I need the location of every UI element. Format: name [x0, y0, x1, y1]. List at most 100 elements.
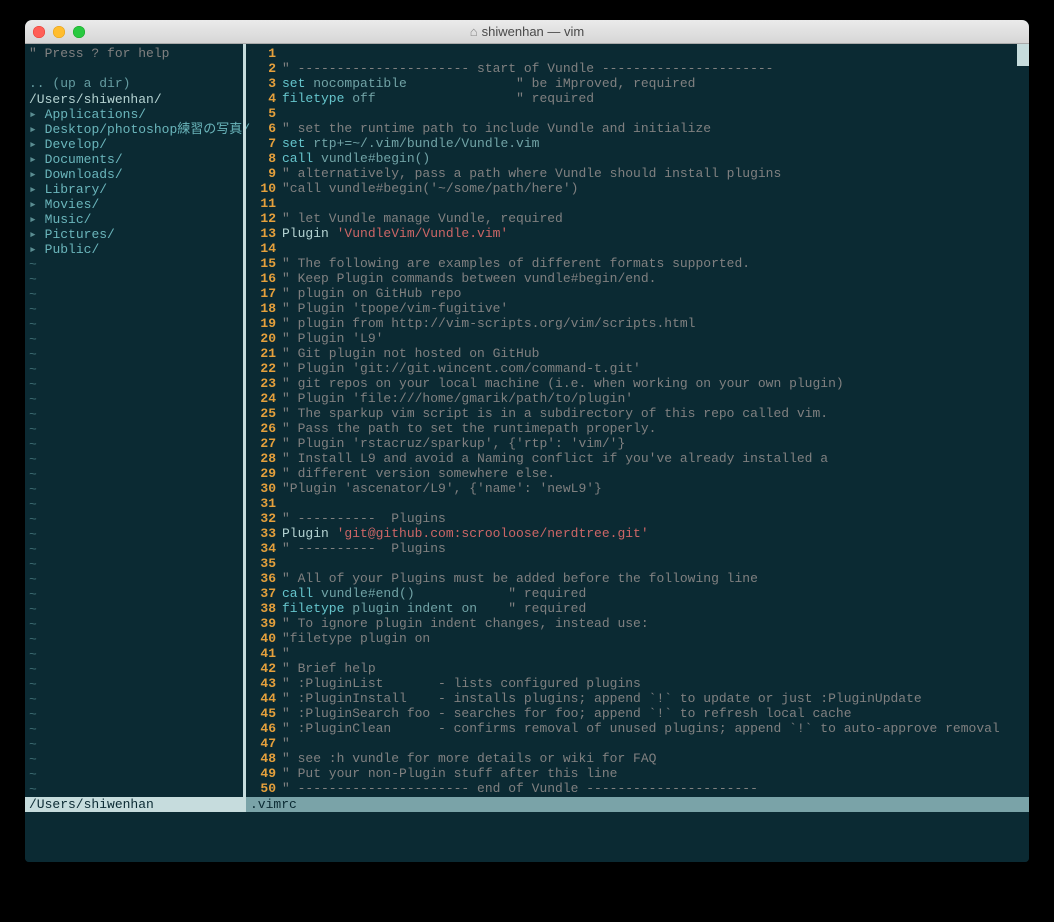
editor-pane[interactable]: 12" ---------------------- start of Vund…	[246, 44, 1029, 797]
editor-line[interactable]: 42" Brief help	[246, 661, 1029, 676]
editor-line[interactable]: 15" The following are examples of differ…	[246, 256, 1029, 271]
nerdtree-item[interactable]: ▸ Documents/	[29, 152, 239, 167]
editor-line[interactable]: 23" git repos on your local machine (i.e…	[246, 376, 1029, 391]
nerdtree-item[interactable]: ▸ Music/	[29, 212, 239, 227]
editor-line[interactable]: 48" see :h vundle for more details or wi…	[246, 751, 1029, 766]
titlebar[interactable]: ⌂shiwenhan — vim	[25, 20, 1029, 44]
nerdtree-item[interactable]: ▸ Library/	[29, 182, 239, 197]
editor-line[interactable]: 20" Plugin 'L9'	[246, 331, 1029, 346]
editor-line[interactable]: 18" Plugin 'tpope/vim-fugitive'	[246, 301, 1029, 316]
editor-line[interactable]: 4filetype off " required	[246, 91, 1029, 106]
line-number: 9	[246, 166, 278, 181]
traffic-lights	[33, 26, 85, 38]
nerdtree-item[interactable]: ▸ Movies/	[29, 197, 239, 212]
editor-line[interactable]: 14	[246, 241, 1029, 256]
empty-line-tilde: ~	[29, 497, 239, 512]
empty-line-tilde: ~	[29, 527, 239, 542]
code-content: Plugin 'git@github.com:scrooloose/nerdtr…	[278, 526, 649, 541]
nerdtree-item[interactable]: ▸ Public/	[29, 242, 239, 257]
line-number: 36	[246, 571, 278, 586]
minimize-icon[interactable]	[53, 26, 65, 38]
editor-line[interactable]: 40"filetype plugin on	[246, 631, 1029, 646]
code-content: filetype off " required	[278, 91, 594, 106]
line-number: 26	[246, 421, 278, 436]
editor-line[interactable]: 27" Plugin 'rstacruz/sparkup', {'rtp': '…	[246, 436, 1029, 451]
code-content	[278, 196, 282, 211]
editor-line[interactable]: 44" :PluginInstall - installs plugins; a…	[246, 691, 1029, 706]
editor-line[interactable]: 12" let Vundle manage Vundle, required	[246, 211, 1029, 226]
editor-line[interactable]: 22" Plugin 'git://git.wincent.com/comman…	[246, 361, 1029, 376]
status-left: /Users/shiwenhan	[25, 797, 243, 812]
close-icon[interactable]	[33, 26, 45, 38]
code-content: " Put your non-Plugin stuff after this l…	[278, 766, 617, 781]
nerdtree-item[interactable]: ▸ Develop/	[29, 137, 239, 152]
editor-line[interactable]: 46" :PluginClean - confirms removal of u…	[246, 721, 1029, 736]
empty-line-tilde: ~	[29, 317, 239, 332]
empty-line-tilde: ~	[29, 587, 239, 602]
zoom-icon[interactable]	[73, 26, 85, 38]
nerdtree-item[interactable]: ▸ Downloads/	[29, 167, 239, 182]
scrollbar[interactable]	[1017, 44, 1029, 66]
editor-line[interactable]: 50" ---------------------- end of Vundle…	[246, 781, 1029, 796]
editor-line[interactable]: 8call vundle#begin()	[246, 151, 1029, 166]
empty-line-tilde: ~	[29, 707, 239, 722]
nerdtree-item[interactable]: ▸ Desktop/photoshop練習の写真/	[29, 122, 239, 137]
editor-line[interactable]: 28" Install L9 and avoid a Naming confli…	[246, 451, 1029, 466]
editor-line[interactable]: 21" Git plugin not hosted on GitHub	[246, 346, 1029, 361]
code-content: " Plugin 'file:///home/gmarik/path/to/pl…	[278, 391, 633, 406]
editor-line[interactable]: 2" ---------------------- start of Vundl…	[246, 61, 1029, 76]
editor-line[interactable]: 6" set the runtime path to include Vundl…	[246, 121, 1029, 136]
line-number: 50	[246, 781, 278, 796]
editor-line[interactable]: 1	[246, 46, 1029, 61]
editor-line[interactable]: 11	[246, 196, 1029, 211]
editor-line[interactable]: 16" Keep Plugin commands between vundle#…	[246, 271, 1029, 286]
editor-line[interactable]: 49" Put your non-Plugin stuff after this…	[246, 766, 1029, 781]
empty-line-tilde: ~	[29, 752, 239, 767]
empty-line-tilde: ~	[29, 677, 239, 692]
editor-line[interactable]: 39" To ignore plugin indent changes, ins…	[246, 616, 1029, 631]
empty-line-tilde: ~	[29, 692, 239, 707]
editor-line[interactable]: 19" plugin from http://vim-scripts.org/v…	[246, 316, 1029, 331]
editor-line[interactable]: 34" ---------- Plugins	[246, 541, 1029, 556]
nerdtree-pane[interactable]: " Press ? for help .. (up a dir) /Users/…	[25, 44, 243, 797]
editor-line[interactable]: 17" plugin on GitHub repo	[246, 286, 1029, 301]
editor-line[interactable]: 24" Plugin 'file:///home/gmarik/path/to/…	[246, 391, 1029, 406]
editor-line[interactable]: 29" different version somewhere else.	[246, 466, 1029, 481]
editor-line[interactable]: 7set rtp+=~/.vim/bundle/Vundle.vim	[246, 136, 1029, 151]
terminal-body[interactable]: " Press ? for help .. (up a dir) /Users/…	[25, 44, 1029, 797]
command-area[interactable]	[25, 812, 1029, 862]
code-content	[278, 496, 282, 511]
editor-line[interactable]: 5	[246, 106, 1029, 121]
editor-line[interactable]: 47"	[246, 736, 1029, 751]
editor-line[interactable]: 41"	[246, 646, 1029, 661]
line-number: 32	[246, 511, 278, 526]
nerdtree-root-path[interactable]: /Users/shiwenhan/	[29, 92, 239, 107]
editor-line[interactable]: 26" Pass the path to set the runtimepath…	[246, 421, 1029, 436]
editor-line[interactable]: 33Plugin 'git@github.com:scrooloose/nerd…	[246, 526, 1029, 541]
editor-line[interactable]: 37call vundle#end() " required	[246, 586, 1029, 601]
code-content: " :PluginSearch foo - searches for foo; …	[278, 706, 852, 721]
nerdtree-item[interactable]: ▸ Applications/	[29, 107, 239, 122]
nerdtree-updir[interactable]: .. (up a dir)	[29, 76, 239, 91]
editor-line[interactable]: 13Plugin 'VundleVim/Vundle.vim'	[246, 226, 1029, 241]
empty-line-tilde: ~	[29, 257, 239, 272]
editor-line[interactable]: 30"Plugin 'ascenator/L9', {'name': 'newL…	[246, 481, 1029, 496]
editor-line[interactable]: 43" :PluginList - lists configured plugi…	[246, 676, 1029, 691]
code-content: "	[278, 646, 290, 661]
editor-line[interactable]: 38filetype plugin indent on " required	[246, 601, 1029, 616]
editor-line[interactable]: 36" All of your Plugins must be added be…	[246, 571, 1029, 586]
nerdtree-item[interactable]: ▸ Pictures/	[29, 227, 239, 242]
editor-line[interactable]: 45" :PluginSearch foo - searches for foo…	[246, 706, 1029, 721]
editor-line[interactable]: 3set nocompatible " be iMproved, require…	[246, 76, 1029, 91]
window-title: ⌂shiwenhan — vim	[25, 24, 1029, 39]
editor-line[interactable]: 25" The sparkup vim script is in a subdi…	[246, 406, 1029, 421]
empty-line-tilde: ~	[29, 332, 239, 347]
code-content	[278, 241, 282, 256]
editor-line[interactable]: 9" alternatively, pass a path where Vund…	[246, 166, 1029, 181]
editor-line[interactable]: 31	[246, 496, 1029, 511]
editor-line[interactable]: 10"call vundle#begin('~/some/path/here')	[246, 181, 1029, 196]
line-number: 23	[246, 376, 278, 391]
line-number: 2	[246, 61, 278, 76]
editor-line[interactable]: 35	[246, 556, 1029, 571]
editor-line[interactable]: 32" ---------- Plugins	[246, 511, 1029, 526]
